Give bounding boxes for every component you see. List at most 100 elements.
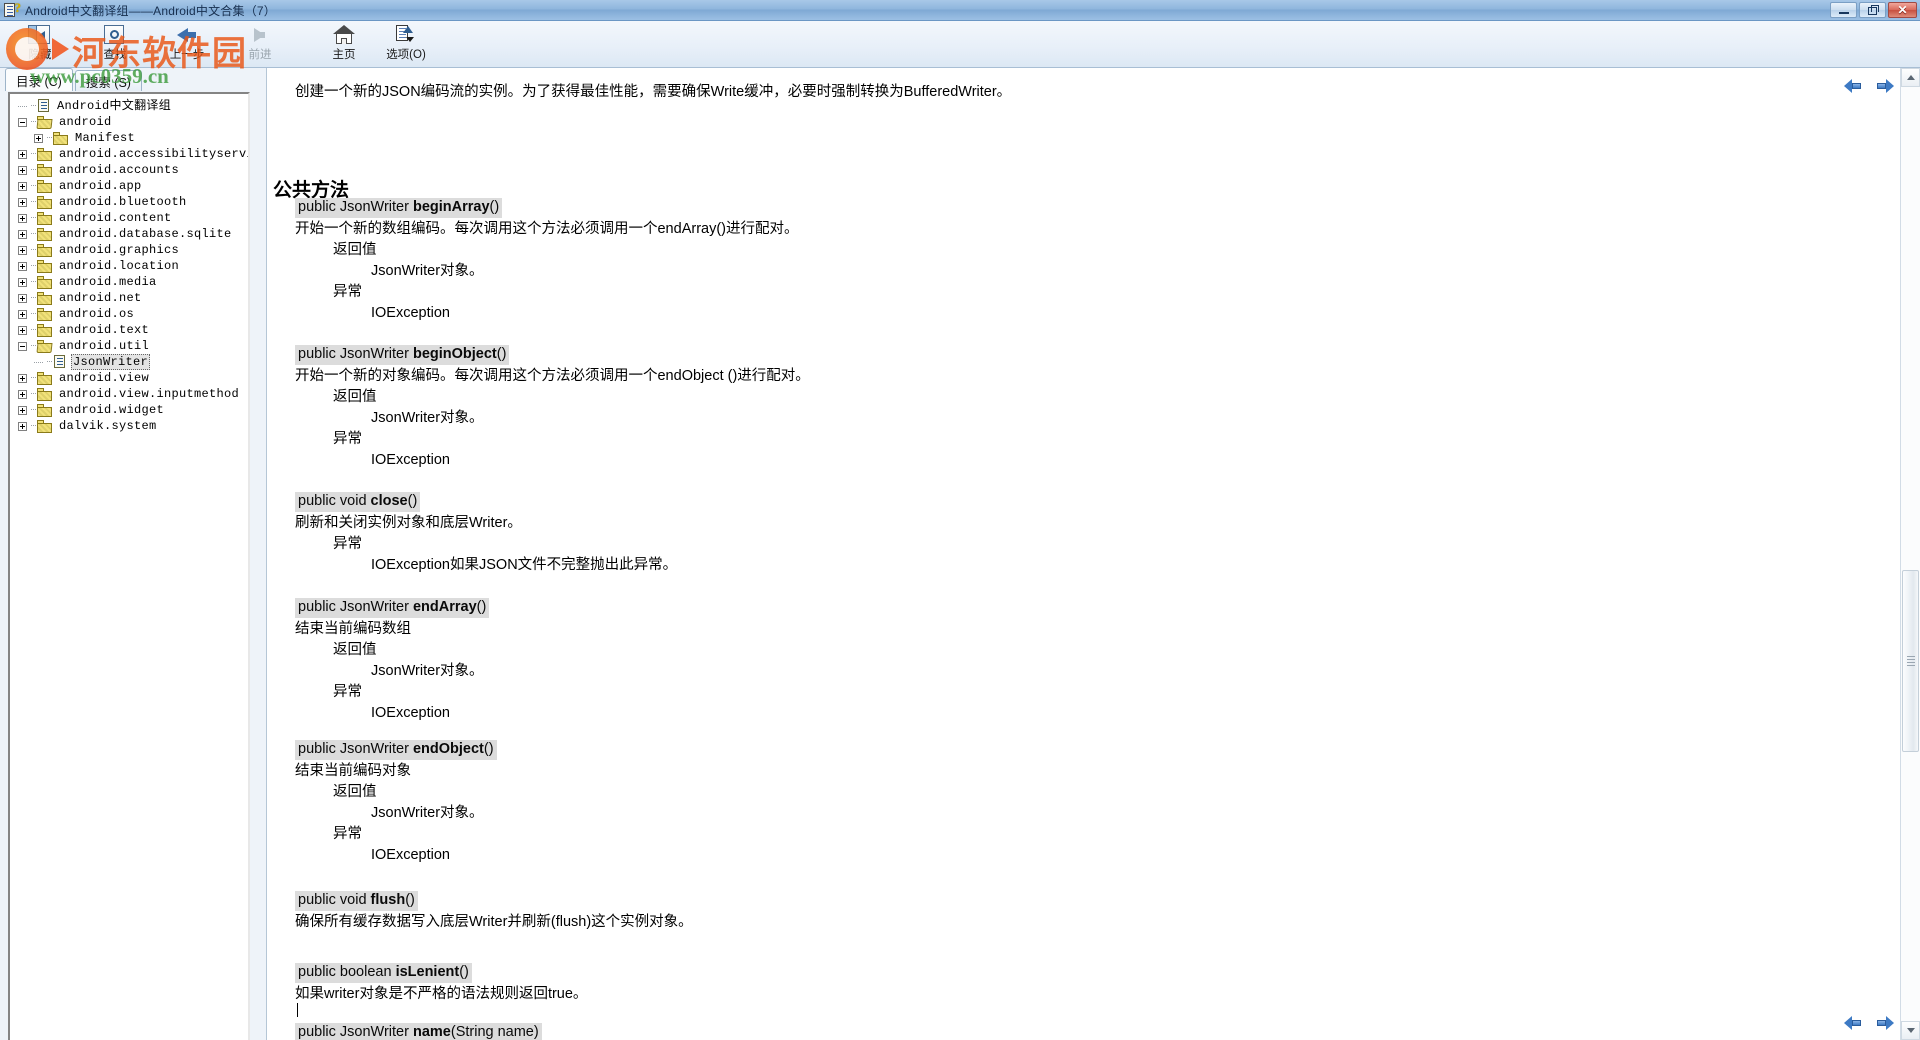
tree-expand-icon[interactable]: [18, 293, 27, 303]
contents-tree[interactable]: Android中文翻译组 android Manifest android.acces…: [10, 94, 248, 434]
tree-expand-icon[interactable]: [18, 277, 27, 287]
toolbar-button-back[interactable]: 上一步: [155, 23, 219, 62]
tree-expand-icon[interactable]: [18, 261, 27, 271]
tree-item-jsonwriter[interactable]: JsonWriter: [12, 354, 248, 370]
folder-icon: [37, 195, 53, 209]
tree-expand-icon[interactable]: [18, 405, 27, 415]
tree-item-label: android.accounts: [59, 163, 180, 177]
method-description: 确保所有缓存数据写入底层Writer并刷新(flush)这个实例对象。: [295, 914, 693, 930]
prev-topic-arrow-icon[interactable]: [1844, 78, 1861, 93]
folder-icon: [37, 227, 53, 241]
tree-expand-icon[interactable]: [18, 421, 27, 431]
tree-connector: [30, 418, 37, 434]
tree-item-android-content[interactable]: android.content: [12, 210, 248, 226]
tree-item-android-widget[interactable]: android.widget: [12, 402, 248, 418]
toolbar-button-forward[interactable]: 前进: [228, 23, 292, 62]
tree-item-android-graphics[interactable]: android.graphics: [12, 242, 248, 258]
method-signature: public JsonWriter name(String name): [295, 1023, 704, 1040]
tree-item-android-view-inputmethod[interactable]: android.view.inputmethod: [12, 386, 248, 402]
tab-contents[interactable]: 目录 (C): [5, 68, 73, 91]
tree-item-android-bluetooth[interactable]: android.bluetooth: [12, 194, 248, 210]
tree-expand-icon[interactable]: [18, 309, 27, 319]
tree-expand-icon[interactable]: [18, 325, 27, 335]
close-button[interactable]: ✕: [1888, 2, 1917, 18]
exception-name: IOException: [371, 452, 450, 468]
returns-value: JsonWriter对象。: [371, 663, 484, 679]
tree-expand-icon[interactable]: [18, 229, 27, 239]
tree-item-label: android.location: [59, 259, 180, 273]
throws-label: 异常: [333, 536, 362, 552]
tab-search[interactable]: 搜索 (S): [74, 70, 142, 91]
exception-name: IOException: [371, 705, 450, 721]
toolbar-button-options[interactable]: 选项(O): [368, 23, 444, 62]
method-signature: public boolean isLenient(): [295, 963, 587, 983]
folder-icon: [37, 371, 53, 385]
tree-item-label: dalvik.system: [59, 419, 157, 433]
contents-tree-container[interactable]: Android中文翻译组 android Manifest android.acces…: [8, 92, 250, 1040]
text-caret: [297, 1003, 298, 1017]
tree-item-label: android.database.sqlite: [59, 227, 232, 241]
tree-expand-icon[interactable]: [34, 133, 43, 143]
tree-connector: [30, 226, 37, 242]
toolbar-label-forward: 前进: [248, 49, 272, 61]
tree-item-android-net[interactable]: android.net: [12, 290, 248, 306]
tree-item-label: JsonWriter: [71, 354, 151, 370]
tree-expand-icon[interactable]: [18, 245, 27, 255]
content-vertical-scrollbar[interactable]: [1900, 68, 1920, 1040]
minimize-button[interactable]: [1830, 2, 1857, 18]
forward-arrow-icon: [245, 23, 275, 48]
method-signature-name: endObject: [412, 741, 484, 757]
method-signature-suffix: (): [483, 741, 494, 757]
tree-collapse-icon[interactable]: [18, 117, 27, 127]
tree-item-android[interactable]: android: [12, 114, 248, 130]
method-block-flush: public void flush() 确保所有缓存数据写入底层Writer并刷新…: [295, 891, 693, 933]
tree-item-android中文翻译组[interactable]: Android中文翻译组: [12, 98, 248, 114]
tree-item-android-database-sqlite[interactable]: android.database.sqlite: [12, 226, 248, 242]
scroll-down-arrow-icon[interactable]: [1901, 1021, 1920, 1040]
tree-item-android-text[interactable]: android.text: [12, 322, 248, 338]
tree-connector: [30, 162, 37, 178]
method-signature-name: beginObject: [412, 346, 497, 362]
scrollbar-thumb[interactable]: [1902, 570, 1919, 752]
method-signature-suffix: (): [496, 346, 507, 362]
folder-icon: [37, 323, 53, 337]
tree-item-android-media[interactable]: android.media: [12, 274, 248, 290]
tree-expand-icon[interactable]: [18, 197, 27, 207]
prev-topic-arrow-icon-bottom[interactable]: [1844, 1015, 1861, 1030]
panel-splitter[interactable]: [258, 68, 266, 1040]
toolbar-label-back: 上一步: [169, 49, 205, 61]
next-topic-arrow-icon[interactable]: [1877, 78, 1894, 93]
toolbar-button-find[interactable]: 查找: [83, 23, 147, 62]
tree-item-android-view[interactable]: android.view: [12, 370, 248, 386]
toolbar-button-home[interactable]: 主页: [312, 23, 376, 62]
toolbar-button-hide[interactable]: 隐藏: [8, 23, 72, 62]
title-bar: ? Android中文翻译组——Android中文合集（7） ✕: [0, 0, 1920, 21]
folder-icon: [37, 419, 53, 433]
tree-expand-icon[interactable]: [18, 165, 27, 175]
tree-item-manifest[interactable]: Manifest: [12, 130, 248, 146]
tree-item-android-os[interactable]: android.os: [12, 306, 248, 322]
scrollbar-track[interactable]: [1901, 87, 1920, 1021]
next-topic-arrow-icon-bottom[interactable]: [1877, 1015, 1894, 1030]
tree-expand-icon[interactable]: [18, 389, 27, 399]
tree-expand-icon[interactable]: [18, 149, 27, 159]
tree-expand-icon[interactable]: [18, 213, 27, 223]
tree-expand-icon[interactable]: [18, 373, 27, 383]
tree-item-dalvik-system[interactable]: dalvik.system: [12, 418, 248, 434]
tree-item-android-util[interactable]: android.util: [12, 338, 248, 354]
folder-icon: [37, 275, 53, 289]
tree-item-android-accessibilityservice[interactable]: android.accessibilityservice: [12, 146, 248, 162]
method-signature-suffix: (): [476, 599, 487, 615]
scroll-up-arrow-icon[interactable]: [1901, 68, 1920, 87]
maximize-button[interactable]: [1859, 2, 1886, 18]
tree-collapse-icon[interactable]: [18, 341, 27, 351]
tree-item-android-accounts[interactable]: android.accounts: [12, 162, 248, 178]
tree-connector: [30, 274, 37, 290]
tree-item-android-app[interactable]: android.app: [12, 178, 248, 194]
tree-item-android-location[interactable]: android.location: [12, 258, 248, 274]
method-signature-name: flush: [370, 892, 406, 908]
returns-value: JsonWriter对象。: [371, 263, 484, 279]
throws-label: 异常: [333, 284, 362, 300]
document-content-pane[interactable]: 创建一个新的JSON编码流的实例。为了获得最佳性能，需要确保Write缓冲，必要…: [266, 68, 1920, 1040]
tree-expand-icon[interactable]: [18, 181, 27, 191]
